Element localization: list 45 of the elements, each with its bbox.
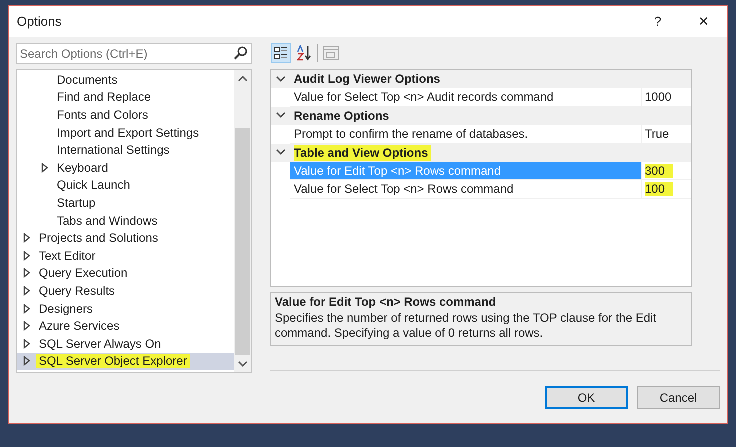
tree-item[interactable]: Fonts and Colors [17, 106, 234, 124]
tree-item[interactable]: SQL Server Always On [17, 334, 234, 352]
search-icon [234, 46, 248, 60]
expand-icon [41, 162, 49, 173]
expand-icon [23, 304, 31, 314]
expand-icon [23, 286, 31, 296]
tree-item[interactable]: Import and Export Settings [17, 124, 234, 142]
category-header[interactable]: Table and View Options [294, 144, 432, 161]
property-value[interactable]: 100 [645, 182, 674, 196]
tree-item[interactable]: Query Results [17, 282, 234, 300]
tree-item[interactable]: Keyboard [17, 158, 234, 177]
search-field[interactable]: Search Options (Ctrl+E) [16, 43, 252, 64]
tree-item[interactable]: Azure Services [17, 317, 234, 335]
description-title: Value for Edit Top <n> Rows command [275, 295, 498, 309]
expand-icon [23, 233, 31, 244]
categorized-button[interactable] [271, 43, 291, 63]
tree-item[interactable]: Query Execution [17, 264, 234, 282]
property-name[interactable]: Value for Select Top <n> Rows command [290, 180, 642, 199]
scrollbar[interactable] [234, 70, 251, 372]
tree-item[interactable]: Designers [17, 300, 234, 318]
expand-icon [23, 338, 31, 349]
expand-icon [23, 268, 31, 278]
tree-item[interactable]: Quick Launch [17, 176, 234, 194]
expand-icon [23, 321, 31, 332]
description-text: Specifies the number of returned rows using the TOP clause for the Edit command. Specifying a value of 0 returns all rows. [275, 311, 658, 341]
sort-button[interactable] [294, 43, 314, 63]
close-button[interactable]: ✕ [681, 6, 727, 37]
property-value[interactable]: 300 [645, 164, 674, 178]
window-title: Options [17, 14, 63, 29]
tree-item[interactable]: Text Editor [17, 246, 234, 265]
tree-item[interactable]: Find and Replace [17, 88, 234, 106]
tree-item[interactable]: Startup [17, 194, 234, 212]
scroll-thumb[interactable] [235, 128, 250, 355]
tree-item[interactable]: International Settings [17, 141, 234, 159]
property-value[interactable]: True [645, 126, 670, 141]
expand-icon [23, 356, 31, 366]
expand-icon [23, 250, 31, 261]
ok-button[interactable]: OK [545, 386, 628, 409]
help-button[interactable]: ? [635, 6, 681, 37]
property-value[interactable]: 1000 [645, 90, 672, 104]
tree-item[interactable]: SQL Server Object Explorer [17, 352, 234, 370]
tree-item[interactable]: Documents [17, 71, 234, 89]
cancel-button[interactable]: Cancel [637, 386, 720, 409]
tree-item[interactable]: Tabs and Windows [17, 212, 234, 230]
tree-item[interactable]: Projects and Solutions [17, 229, 234, 247]
